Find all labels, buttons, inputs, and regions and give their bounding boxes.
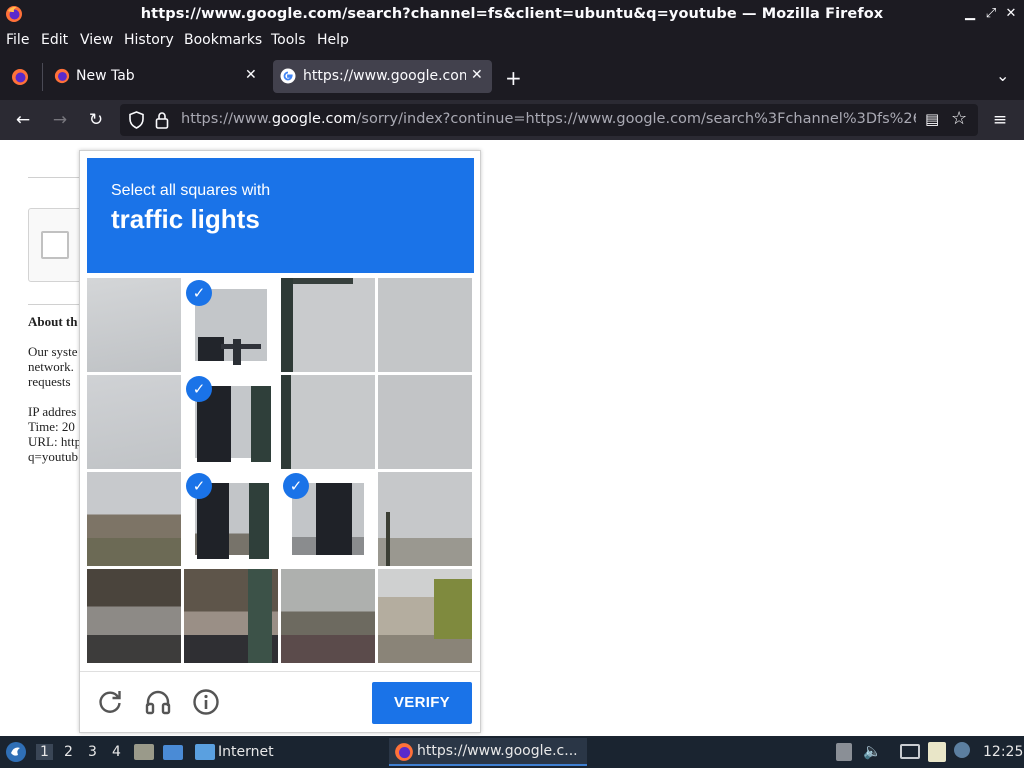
firefox-view-icon[interactable] xyxy=(11,68,29,86)
captcha-tile[interactable] xyxy=(87,569,181,663)
menu-edit[interactable]: Edit xyxy=(41,32,68,48)
tab-bar: New Tab ✕ https://www.google.com/sorry/i… xyxy=(0,53,1024,100)
about-heading: About th xyxy=(28,314,78,329)
file-manager-icon[interactable] xyxy=(134,744,154,760)
minimize-button[interactable]: ▁ xyxy=(962,6,978,22)
firefox-task-button[interactable]: https://www.google.c... xyxy=(389,738,587,766)
hamburger-menu-icon[interactable]: ≡ xyxy=(988,108,1012,132)
task-label: https://www.google.c... xyxy=(417,743,578,759)
body-line: Our syste xyxy=(28,344,78,359)
captcha-tile[interactable] xyxy=(378,278,472,372)
url-path: /sorry/index?continue=https://www.google… xyxy=(356,111,916,127)
volume-icon[interactable]: 🔈 xyxy=(863,742,882,760)
notification-icon[interactable] xyxy=(954,742,970,758)
bookmark-star-icon[interactable]: ☆ xyxy=(951,108,967,129)
start-menu-icon[interactable] xyxy=(5,741,27,763)
page-content: About th Our syste network. requests IP … xyxy=(0,140,1024,736)
menu-file[interactable]: File xyxy=(6,32,29,48)
captcha-challenge: Select all squares with traffic lights ✓… xyxy=(79,150,481,733)
url-text[interactable]: https://www.google.com/sorry/index?conti… xyxy=(181,111,916,127)
desktop-icon[interactable] xyxy=(163,745,183,760)
url-bar[interactable]: https://www.google.com/sorry/index?conti… xyxy=(120,104,978,136)
workspace-2[interactable]: 2 xyxy=(64,744,73,760)
taskbar: 1 2 3 4 Internet https://www.google.c...… xyxy=(0,736,1024,768)
captcha-grid: ✓ ✓ ✓ ✓ xyxy=(87,278,474,665)
captcha-tile[interactable] xyxy=(87,472,181,566)
shield-icon[interactable] xyxy=(128,111,145,129)
tile-selected-check-icon: ✓ xyxy=(186,280,212,306)
body-line: requests xyxy=(28,374,71,389)
reader-view-icon[interactable]: ▤ xyxy=(925,110,939,128)
url-prefix: https://www. xyxy=(181,111,272,127)
reload-icon[interactable]: ↻ xyxy=(84,108,108,132)
tile-selected-check-icon: ✓ xyxy=(186,376,212,402)
firefox-tab-icon xyxy=(54,68,70,84)
menu-history[interactable]: History xyxy=(124,32,174,48)
navigation-toolbar: ← → ↻ https://www.google.com/sorry/index… xyxy=(0,100,1024,140)
captcha-tile[interactable] xyxy=(281,375,375,469)
captcha-instruction: Select all squares with xyxy=(111,182,271,199)
tab-label: https://www.google.com/sorry/index?conti… xyxy=(303,68,466,84)
recaptcha-checkbox[interactable] xyxy=(41,231,69,259)
verify-button[interactable]: VERIFY xyxy=(372,682,472,724)
url-domain: google.com xyxy=(271,111,357,127)
captcha-tile[interactable] xyxy=(87,375,181,469)
menu-bookmarks[interactable]: Bookmarks xyxy=(184,32,262,48)
tab-label: New Tab xyxy=(76,68,135,84)
tray-icon[interactable] xyxy=(836,743,852,761)
close-window-button[interactable]: ✕ xyxy=(1003,6,1019,22)
captcha-footer: VERIFY xyxy=(80,671,480,733)
tab-divider xyxy=(42,63,43,91)
clock: 12:25 xyxy=(983,744,1024,760)
list-tabs-chevron-icon[interactable]: ⌄ xyxy=(996,66,1009,85)
network-icon[interactable] xyxy=(900,744,920,759)
menu-view[interactable]: View xyxy=(80,32,113,48)
tile-selected-check-icon: ✓ xyxy=(186,473,212,499)
url-line: URL: http xyxy=(28,434,82,449)
window-title: https://www.google.com/search?channel=fs… xyxy=(140,6,884,22)
query-line: q=youtub xyxy=(28,449,78,464)
divider xyxy=(28,177,80,178)
workspace-3[interactable]: 3 xyxy=(88,744,97,760)
forward-arrow-icon[interactable]: → xyxy=(48,108,72,132)
body-line: network. xyxy=(28,359,74,374)
captcha-tile[interactable] xyxy=(378,569,472,663)
back-arrow-icon[interactable]: ← xyxy=(11,108,35,132)
new-tab-button[interactable]: + xyxy=(505,66,522,90)
tile-selected-check-icon: ✓ xyxy=(283,473,309,499)
captcha-tile[interactable] xyxy=(378,472,472,566)
captcha-tile[interactable] xyxy=(87,278,181,372)
maximize-button[interactable]: ⤢ xyxy=(983,6,999,22)
info-icon[interactable] xyxy=(192,688,220,716)
workspace-4[interactable]: 4 xyxy=(112,744,121,760)
audio-icon[interactable] xyxy=(144,688,172,716)
menu-bar: File Edit View History Bookmarks Tools H… xyxy=(0,29,1024,53)
divider xyxy=(28,304,80,305)
workspace-1[interactable]: 1 xyxy=(36,744,53,760)
captcha-tile[interactable] xyxy=(281,569,375,663)
reload-icon[interactable] xyxy=(96,688,124,716)
google-favicon-icon xyxy=(280,68,296,84)
ip-line: IP addres xyxy=(28,404,77,419)
captcha-tile[interactable] xyxy=(378,375,472,469)
folder-label[interactable]: Internet xyxy=(218,744,274,760)
menu-help[interactable]: Help xyxy=(317,32,349,48)
firefox-icon xyxy=(395,743,413,761)
captcha-header: Select all squares with traffic lights xyxy=(87,158,474,273)
time-line: Time: 20 xyxy=(28,419,75,434)
captcha-target: traffic lights xyxy=(111,204,260,234)
captcha-tile[interactable] xyxy=(281,278,375,372)
folder-icon[interactable] xyxy=(195,744,215,760)
clipboard-icon[interactable] xyxy=(928,742,946,762)
menu-tools[interactable]: Tools xyxy=(271,32,306,48)
close-tab-icon[interactable]: ✕ xyxy=(471,67,483,83)
captcha-tile[interactable] xyxy=(184,569,278,663)
lock-icon[interactable] xyxy=(155,111,169,129)
tab-google[interactable]: https://www.google.com/sorry/index?conti… xyxy=(273,60,492,93)
window-titlebar: https://www.google.com/search?channel=fs… xyxy=(0,0,1024,29)
tab-new-tab[interactable]: New Tab ✕ xyxy=(46,60,268,93)
close-tab-icon[interactable]: ✕ xyxy=(245,67,257,83)
